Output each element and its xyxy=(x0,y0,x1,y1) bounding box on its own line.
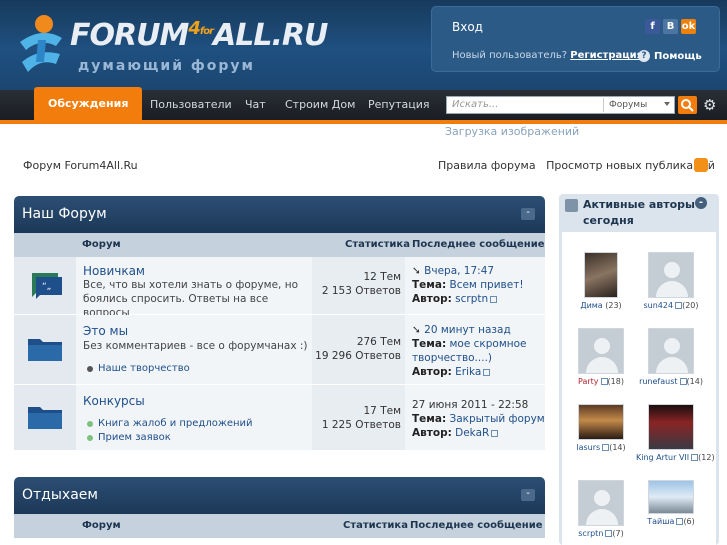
last-post: ➘ Вчера, 17:47 Тема: Всем привет! Автор:… xyxy=(412,265,524,305)
breadcrumb[interactable]: Форум Forum4All.Ru xyxy=(23,159,138,172)
new-user-text: Новый пользователь? Регистрация xyxy=(452,50,644,61)
category-title: Наш Форум - xyxy=(14,196,545,233)
author-avatar[interactable]: lasurs (14) xyxy=(566,404,636,452)
chevron-down-icon xyxy=(664,102,670,106)
chat-bubble-icon[interactable]: “„ xyxy=(26,271,64,299)
folder-icon[interactable] xyxy=(26,403,64,431)
category-title: Отдыхаем - xyxy=(14,477,545,514)
users-icon xyxy=(565,199,578,212)
active-authors-panel: Активные авторы сегодня - Дима (23) sun4… xyxy=(559,194,719,545)
subforum-link[interactable]: Книга жалоб и предложений xyxy=(87,418,253,429)
forum-row: “„ Новичкам Все, что вы хотели знать о ф… xyxy=(14,257,545,319)
author-avatar[interactable]: scrptn (7) xyxy=(566,480,636,538)
last-post: ➘ 20 минут назад Тема: мое скромное твор… xyxy=(412,324,527,378)
login-link[interactable]: Вход xyxy=(452,20,483,34)
forum-row: Конкурсы Книга жалоб и предложений Прием… xyxy=(14,385,545,451)
svg-text:“„: “„ xyxy=(42,282,51,292)
panel-title: Активные авторы сегодня - xyxy=(559,194,719,232)
column-header: Форум Статистика Последнее сообщение xyxy=(14,233,545,257)
forum-rules-link[interactable]: Правила форума xyxy=(438,159,536,172)
forum-row: Это мы Без комментариев - все о форумчан… xyxy=(14,315,545,385)
folder-icon[interactable] xyxy=(26,335,64,363)
search-icon xyxy=(681,99,694,112)
logo-figure-icon xyxy=(20,15,62,72)
tab-discussions[interactable]: Обсуждения xyxy=(34,87,143,120)
rss-icon[interactable] xyxy=(694,158,708,172)
bullet-icon xyxy=(87,434,93,441)
collapse-icon[interactable]: - xyxy=(521,208,535,220)
subforum-link[interactable]: Прием заявок xyxy=(87,432,171,443)
category-our-forum: Наш Форум - Форум Статистика Последнее со… xyxy=(14,196,545,451)
subforum-link[interactable]: Наше творчество xyxy=(87,363,190,374)
tab-users[interactable]: Пользователи xyxy=(150,90,232,120)
social-login: f В ok xyxy=(645,19,696,34)
gear-icon[interactable]: ⚙ xyxy=(703,96,716,114)
logo-wordmark[interactable]: FORUM4forALL.RU xyxy=(70,18,328,53)
author-avatar[interactable]: Дима (23) xyxy=(566,252,636,310)
collapse-icon[interactable]: - xyxy=(521,489,535,501)
author-avatar[interactable]: King Artur VII (12) xyxy=(636,404,715,462)
last-post: 27 июня 2011 - 22:58 Тема: Закрытый фору… xyxy=(412,399,545,439)
bullet-icon xyxy=(87,420,93,427)
forum-stats: 17 Тем 1 225 Ответов xyxy=(312,385,405,450)
tab-reputation[interactable]: Репутация xyxy=(368,90,430,120)
authors-grid: Дима (23) sun424 (20) Party (18) runefaust… xyxy=(562,232,716,545)
login-box: Вход f В ok Новый пользователь? Регистра… xyxy=(431,6,720,72)
help-link[interactable]: ? Помощь xyxy=(638,50,702,62)
author-avatar[interactable]: Тайша (6) xyxy=(636,480,706,526)
category-leisure: Отдыхаем - Форум Статистика Последнее соо… xyxy=(14,477,545,538)
forum-stats: 276 Тем 19 296 Ответов xyxy=(312,315,405,384)
column-header: Форум Статистика Последнее сообщение xyxy=(14,514,545,538)
forum-title-link[interactable]: Это мы xyxy=(83,324,128,338)
tab-chat[interactable]: Чат xyxy=(245,90,266,120)
register-link[interactable]: Регистрация xyxy=(570,50,643,61)
external-link-icon xyxy=(483,368,491,376)
external-link-icon xyxy=(600,378,608,385)
new-posts-link[interactable]: Просмотр новых публикаций xyxy=(546,159,715,172)
forum-stats: 12 Тем 2 153 Ответов xyxy=(312,257,405,314)
external-link-icon xyxy=(491,429,499,437)
forum-title-link[interactable]: Новичкам xyxy=(83,264,145,278)
author-avatar[interactable]: runefaust (14) xyxy=(636,328,706,386)
search-input[interactable]: Искать... Форумы xyxy=(446,96,675,114)
arrow-icon: ➘ xyxy=(412,265,421,277)
external-link-icon xyxy=(679,378,687,385)
search-button[interactable] xyxy=(678,96,697,114)
author-avatar[interactable]: sun424 (20) xyxy=(636,252,706,310)
bullet-icon xyxy=(87,365,93,372)
logo-tagline: думающий форум xyxy=(78,58,256,74)
vkontakte-icon[interactable]: В xyxy=(663,19,678,34)
forum-description: Без комментариев - все о форумчанах :) xyxy=(83,340,308,352)
forum-description: Все, что вы хотели знать о форуме, но бо… xyxy=(83,279,299,319)
help-icon: ? xyxy=(638,50,650,62)
author-avatar[interactable]: Party (18) xyxy=(566,328,636,386)
odnoklassniki-icon[interactable]: ok xyxy=(681,19,696,34)
site-header: FORUM4forALL.RU думающий форум Вход f В … xyxy=(0,0,727,90)
tab-build-house[interactable]: Строим Дом xyxy=(285,90,355,120)
top-links: Правила форума Просмотр новых публикаций xyxy=(438,159,715,172)
upload-images-link[interactable]: Загрузка изображений xyxy=(445,125,579,138)
arrow-icon: ➘ xyxy=(412,324,421,336)
external-link-icon xyxy=(490,295,498,303)
collapse-icon[interactable]: - xyxy=(695,197,707,209)
facebook-icon[interactable]: f xyxy=(645,19,660,34)
forum-title-link[interactable]: Конкурсы xyxy=(83,394,145,408)
